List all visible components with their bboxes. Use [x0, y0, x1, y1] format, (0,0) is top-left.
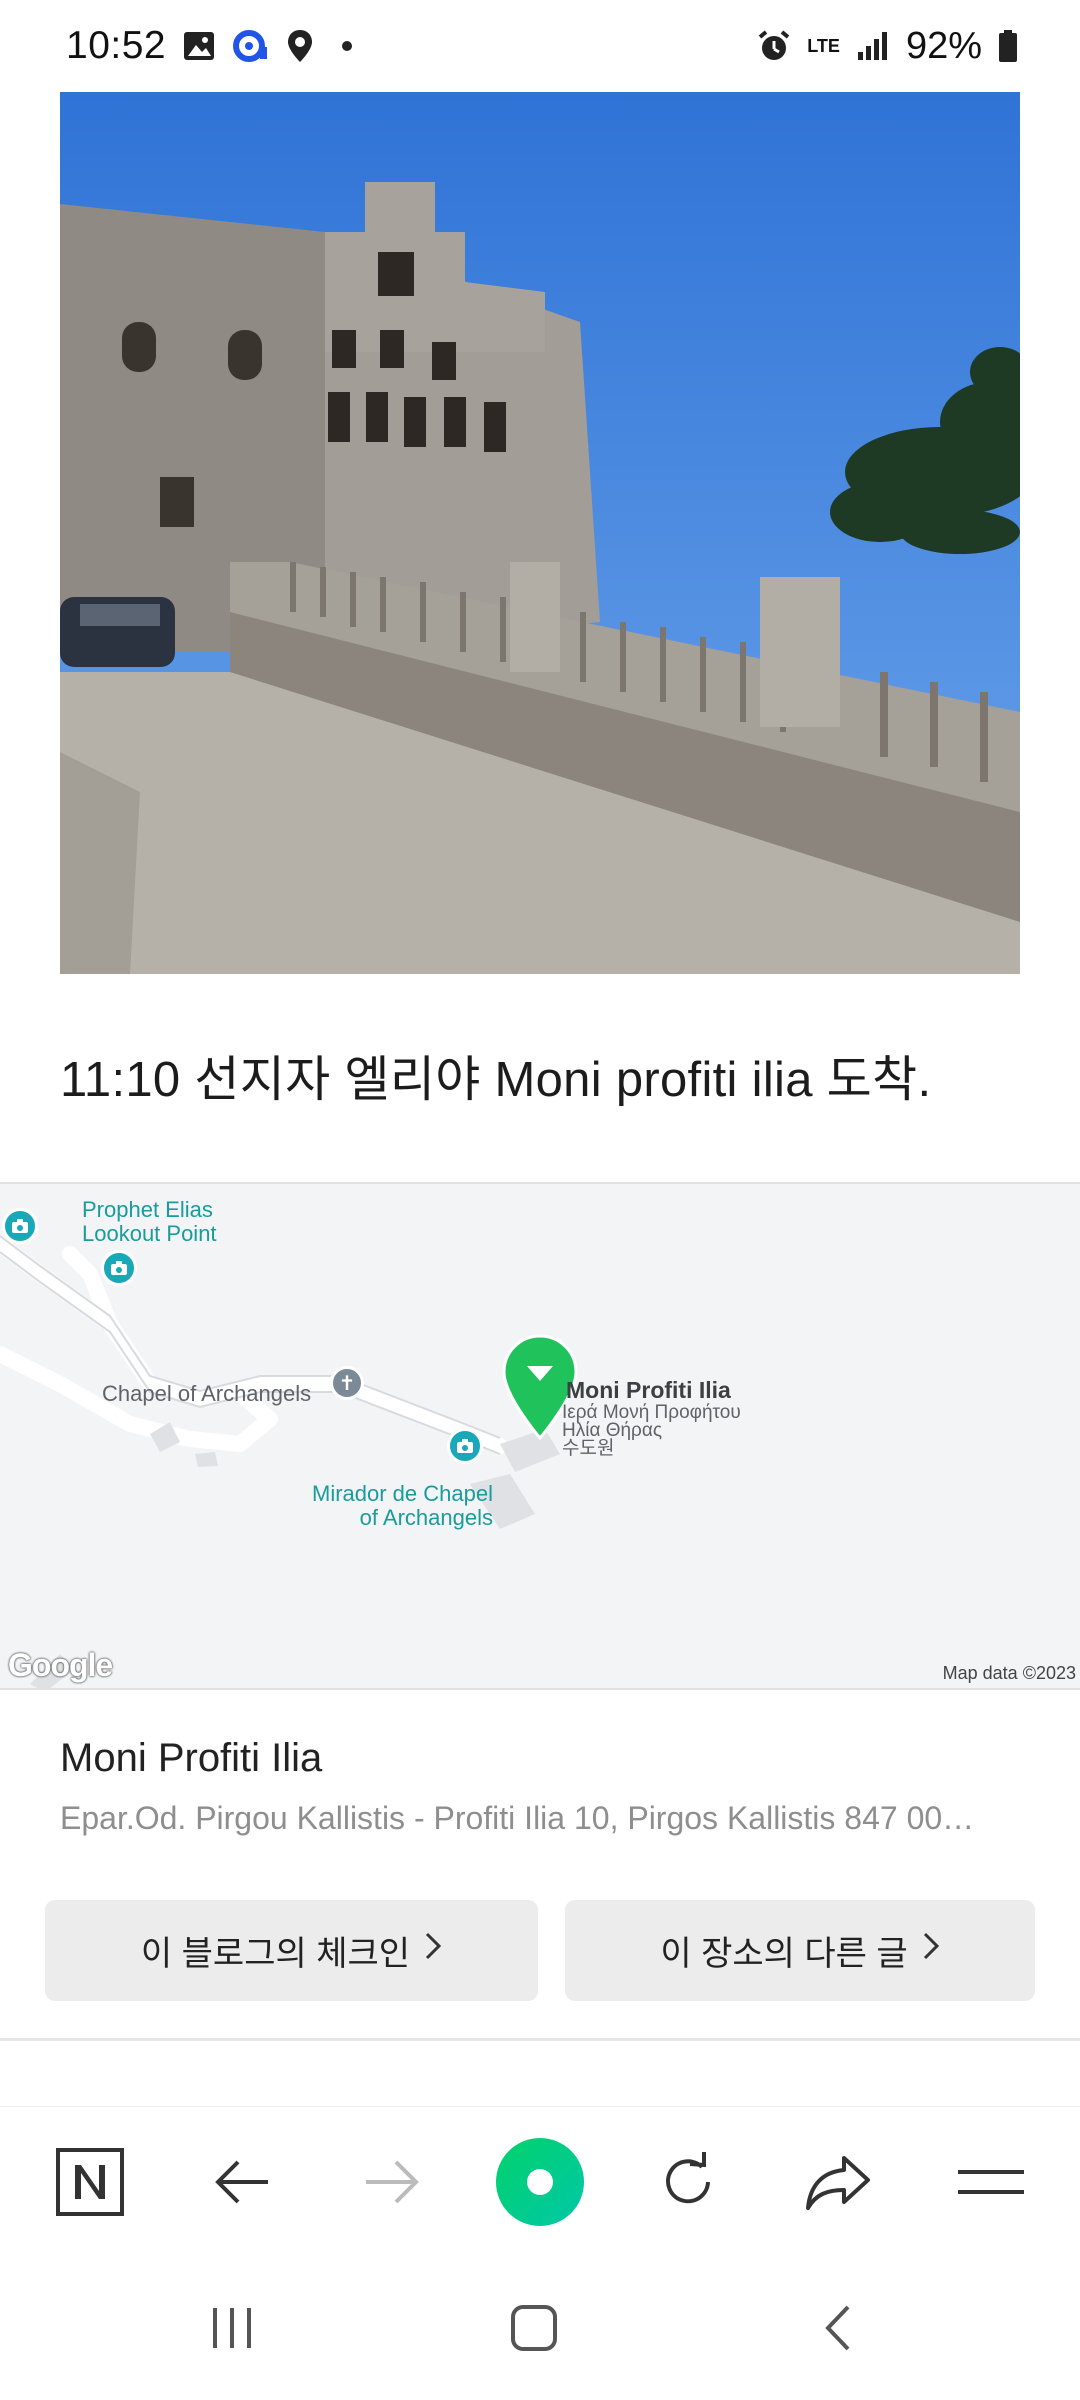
camera-icon[interactable] — [101, 1250, 137, 1286]
status-bar-left: 10:52 — [66, 24, 353, 68]
back-arrow-icon — [215, 2160, 268, 2204]
church-icon[interactable]: ✝ — [330, 1366, 364, 1400]
monastery-photo-illustration — [60, 92, 1020, 974]
recent-apps-icon — [213, 2308, 251, 2348]
location-icon — [286, 28, 314, 64]
place-address: Epar.Od. Pirgou Kallistis - Profiti Ilia… — [60, 1800, 975, 1836]
forward-arrow-icon — [366, 2160, 419, 2204]
green-dot-icon — [496, 2138, 584, 2226]
camera-icon[interactable] — [2, 1208, 38, 1244]
alarm-icon — [757, 29, 791, 63]
home-icon — [511, 2305, 557, 2351]
forward-button[interactable] — [337, 2107, 447, 2257]
browser-toolbar — [0, 2106, 1080, 2256]
home-button[interactable] — [474, 2256, 594, 2400]
blog-checkin-button[interactable]: 이 블로그의 체크인 — [45, 1900, 538, 2001]
section-divider — [0, 2038, 1080, 2041]
page: 10:52 LTE 92% 11:10 선지자 엘리야 Moni profiti… — [0, 0, 1080, 2400]
status-bar: 10:52 LTE 92% — [0, 0, 1080, 92]
back-icon — [825, 2305, 850, 2351]
share-icon — [806, 2156, 870, 2210]
dot-icon — [342, 41, 353, 51]
refresh-icon — [666, 2152, 710, 2204]
refresh-button[interactable] — [633, 2107, 743, 2257]
location-map[interactable]: ✝ Prophet Elias Lookout Point Chapel of … — [0, 1182, 1080, 1690]
system-navigation-bar — [0, 2256, 1080, 2400]
blog-checkin-label: 이 블로그의 체크인 — [140, 1935, 411, 1973]
google-logo: Google — [8, 1647, 113, 1683]
back-button[interactable] — [187, 2107, 297, 2257]
chevron-right-icon — [424, 1931, 442, 1970]
gallery-icon — [182, 29, 216, 63]
green-dot-button[interactable] — [485, 2107, 595, 2257]
status-bar-right: LTE 92% — [757, 25, 1018, 68]
map-label-prophet-elias[interactable]: Prophet Elias Lookout Point — [82, 1198, 217, 1246]
map-label-chapel[interactable]: Chapel of Archangels — [102, 1382, 311, 1406]
naver-home-button[interactable] — [35, 2107, 145, 2257]
map-attribution[interactable]: Map data ©2023 — [943, 1663, 1076, 1684]
battery-icon — [998, 29, 1018, 63]
lte-icon: LTE — [807, 36, 840, 56]
map-label-moni[interactable]: Moni Profiti Ilia — [566, 1378, 731, 1402]
menu-button[interactable] — [936, 2107, 1046, 2257]
map-label-mirador[interactable]: Mirador de Chapel of Archangels — [312, 1482, 493, 1530]
place-name[interactable]: Moni Profiti Ilia — [60, 1736, 322, 1781]
status-time: 10:52 — [66, 24, 167, 67]
battery-percentage: 92% — [905, 24, 982, 67]
share-button[interactable] — [784, 2107, 894, 2257]
monastery-photo[interactable] — [60, 92, 1020, 974]
recent-apps-button[interactable] — [172, 2256, 292, 2400]
place-posts-label: 이 장소의 다른 글 — [660, 1935, 908, 1973]
chevron-right-icon — [922, 1931, 940, 1970]
menu-icon — [958, 2170, 1024, 2194]
system-back-button[interactable] — [778, 2256, 898, 2400]
network-type: LTE — [807, 36, 840, 56]
camera-icon[interactable] — [447, 1428, 483, 1464]
app-notification-icon — [232, 29, 270, 63]
signal-icon — [856, 30, 890, 62]
map-label-korean: 수도원 — [562, 1438, 615, 1459]
post-caption: 11:10 선지자 엘리야 Moni profiti ilia 도착. — [60, 1053, 932, 1107]
place-posts-button[interactable]: 이 장소의 다른 글 — [565, 1900, 1035, 2001]
naver-home-icon — [56, 2148, 124, 2216]
